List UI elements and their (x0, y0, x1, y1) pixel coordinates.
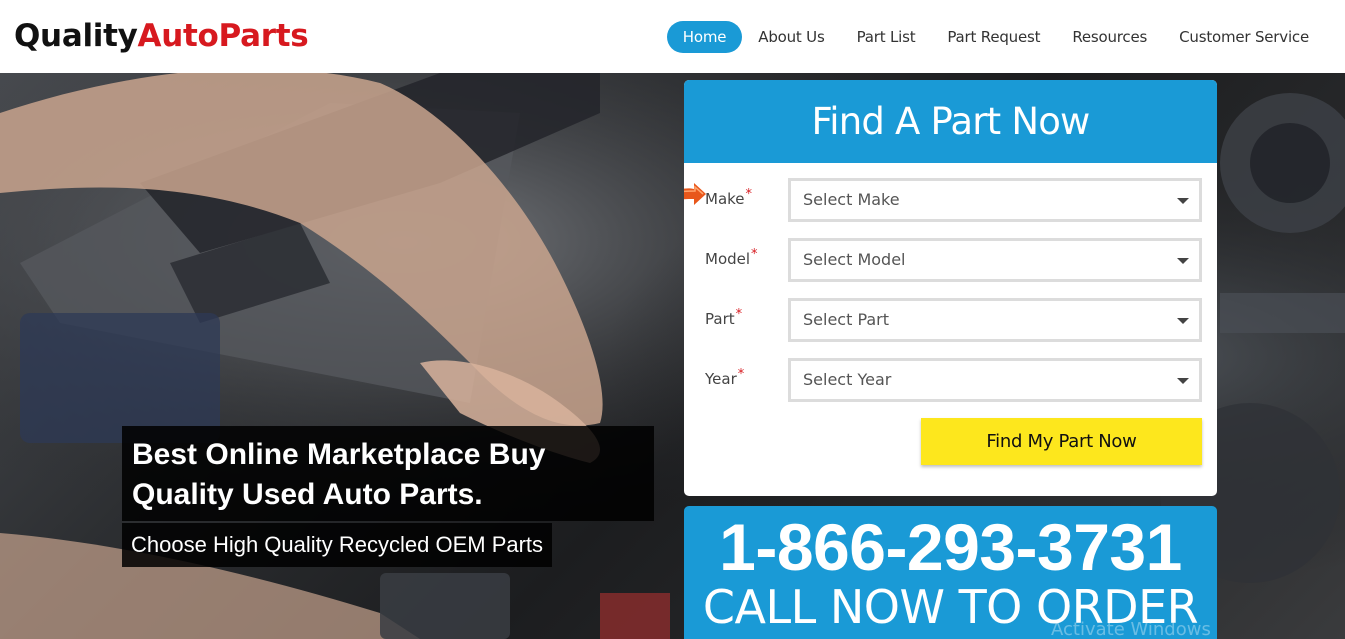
form-title: Find A Part Now (684, 80, 1217, 163)
nav-customer-service[interactable]: Customer Service (1163, 21, 1325, 53)
make-row: Make* Select Make (684, 178, 1217, 222)
model-label-text: Model (705, 250, 751, 268)
main-nav: Home About Us Part List Part Request Res… (666, 21, 1325, 53)
make-label: Make* (705, 187, 753, 208)
logo-text-autoparts: AutoParts (137, 18, 309, 54)
model-select-value: Select Model (803, 250, 906, 269)
part-label: Part* (705, 307, 743, 328)
model-label: Model* (705, 247, 758, 268)
chevron-down-icon (1177, 258, 1189, 264)
find-my-part-button[interactable]: Find My Part Now (921, 418, 1202, 465)
chevron-down-icon (1177, 378, 1189, 384)
year-row: Year* Select Year (684, 358, 1217, 402)
model-select[interactable]: Select Model (788, 238, 1202, 282)
nav-home[interactable]: Home (666, 21, 743, 53)
required-mark: * (751, 247, 758, 262)
logo-text-quality: Quality (14, 18, 138, 54)
nav-part-request[interactable]: Part Request (931, 21, 1056, 53)
part-select-value: Select Part (803, 310, 890, 329)
make-select[interactable]: Select Make (788, 178, 1202, 222)
chevron-down-icon (1177, 198, 1189, 204)
required-mark: * (745, 187, 753, 202)
make-label-text: Make (705, 190, 745, 208)
chevron-down-icon (1177, 318, 1189, 324)
year-label-text: Year (705, 370, 737, 388)
find-part-form: Find A Part Now Make* Select Make Model*… (684, 80, 1217, 496)
required-mark: * (737, 367, 745, 382)
year-select[interactable]: Select Year (788, 358, 1202, 402)
make-select-value: Select Make (803, 190, 900, 209)
nav-part-list[interactable]: Part List (841, 21, 932, 53)
part-row: Part* Select Part (684, 298, 1217, 342)
windows-activation-watermark: Activate Windows (1051, 619, 1211, 639)
hero-subline: Choose High Quality Recycled OEM Parts (122, 523, 553, 567)
part-label-text: Part (705, 310, 735, 328)
site-header: QualityAutoParts Home About Us Part List… (0, 0, 1345, 73)
nav-resources[interactable]: Resources (1056, 21, 1163, 53)
part-select[interactable]: Select Part (788, 298, 1202, 342)
year-select-value: Select Year (803, 370, 892, 389)
site-logo[interactable]: QualityAutoParts (14, 18, 309, 54)
year-label: Year* (705, 367, 745, 388)
phone-number[interactable]: 1-866-293-3731 (684, 507, 1217, 587)
required-mark: * (735, 307, 743, 322)
model-row: Model* Select Model (684, 238, 1217, 282)
nav-about-us[interactable]: About Us (742, 21, 840, 53)
hero-headline: Best Online Marketplace Buy Quality Used… (122, 426, 654, 521)
